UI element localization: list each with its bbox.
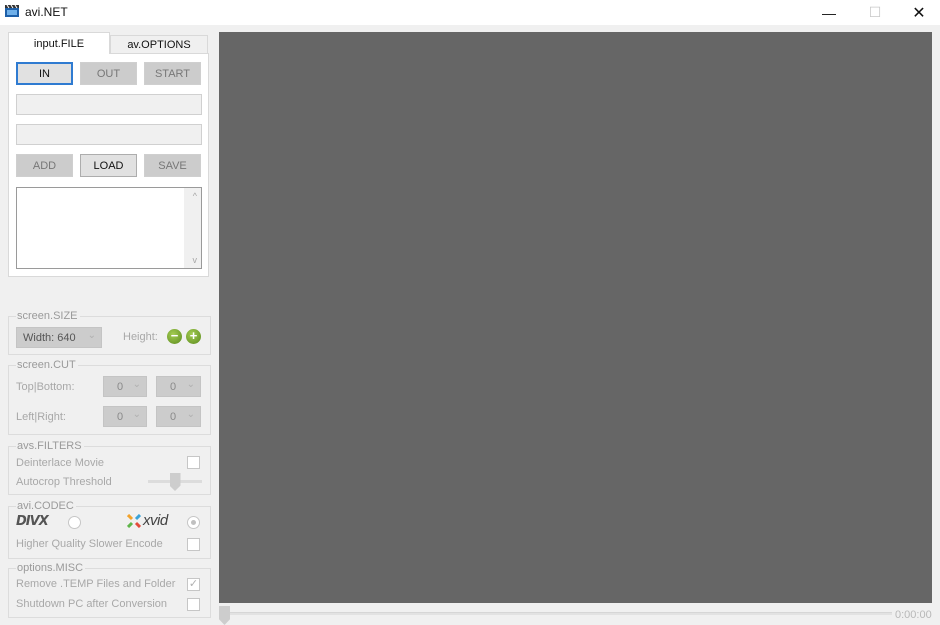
seek-bar[interactable] (220, 612, 892, 615)
options-misc-group: options.MISC (8, 562, 211, 618)
deinterlace-checkbox[interactable] (187, 456, 200, 469)
right-cut-select[interactable]: 0 ⌄ (156, 406, 201, 427)
shutdown-checkbox[interactable] (187, 598, 200, 611)
avi-codec-title: avi.CODEC (16, 500, 76, 512)
left-right-label: Left|Right: (16, 411, 66, 423)
scroll-up-icon[interactable]: ^ (193, 191, 197, 201)
in-button[interactable]: IN (16, 62, 73, 85)
close-icon: ✕ (912, 4, 926, 22)
add-button[interactable]: ADD (16, 154, 73, 177)
load-button[interactable]: LOAD (80, 154, 137, 177)
time-display: 0:00:00 (895, 609, 932, 621)
deinterlace-label: Deinterlace Movie (16, 457, 105, 469)
shutdown-label: Shutdown PC after Conversion (16, 598, 168, 610)
autocrop-label: Autocrop Threshold (16, 476, 112, 488)
height-label: Height: (123, 331, 158, 343)
avs-filters-title: avs.FILTERS (16, 440, 84, 452)
plus-icon: + (189, 328, 198, 343)
checkmark-icon: ✓ (188, 578, 199, 590)
seek-thumb[interactable] (219, 606, 230, 625)
video-preview (219, 32, 932, 603)
chevron-down-icon: ⌄ (132, 409, 141, 420)
width-select[interactable]: Width: 640 ⌄ (16, 327, 102, 348)
tab-av-options[interactable]: av.OPTIONS (110, 35, 208, 55)
width-value: Width: 640 (23, 331, 76, 344)
maximize-button[interactable]: ☐ (852, 0, 898, 25)
chevron-down-icon: ⌄ (132, 379, 141, 390)
left-cut-select[interactable]: 0 ⌄ (103, 406, 147, 427)
file-list[interactable]: ^ v (16, 187, 202, 269)
divx-radio[interactable] (68, 516, 81, 529)
right-cut-value: 0 (170, 410, 177, 423)
hq-label: Higher Quality Slower Encode (16, 538, 163, 550)
bottom-cut-select[interactable]: 0 ⌄ (156, 376, 201, 397)
top-cut-select[interactable]: 0 ⌄ (103, 376, 147, 397)
minimize-button[interactable]: — (806, 0, 852, 25)
chevron-down-icon: ⌄ (186, 409, 195, 420)
input-path-field[interactable] (16, 94, 202, 115)
height-increase-button[interactable]: + (186, 329, 201, 344)
tab-input-file[interactable]: input.FILE (8, 32, 110, 54)
left-cut-value: 0 (117, 410, 124, 423)
start-button[interactable]: START (144, 62, 201, 85)
minus-icon: − (170, 328, 179, 343)
chevron-down-icon: ⌄ (186, 379, 195, 390)
output-path-field[interactable] (16, 124, 202, 145)
chevron-down-icon: ⌄ (87, 330, 96, 341)
xvid-radio[interactable] (187, 516, 200, 529)
height-decrease-button[interactable]: − (167, 329, 182, 344)
screen-size-title: screen.SIZE (16, 310, 80, 322)
xvid-logo: xvid (127, 512, 168, 529)
file-list-scrollbar[interactable]: ^ v (184, 188, 201, 268)
options-misc-title: options.MISC (16, 562, 86, 574)
clapperboard-icon (5, 4, 19, 17)
save-button[interactable]: SAVE (144, 154, 201, 177)
minimize-icon: — (822, 4, 836, 21)
close-button[interactable]: ✕ (896, 0, 940, 25)
maximize-icon: ☐ (868, 4, 882, 20)
bottom-cut-value: 0 (170, 380, 177, 393)
window-title: avi.NET (25, 5, 68, 19)
hq-checkbox[interactable] (187, 538, 200, 551)
out-button[interactable]: OUT (80, 62, 137, 85)
remove-temp-label: Remove .TEMP Files and Folder (16, 578, 176, 590)
divx-logo: DIVX (16, 514, 49, 529)
remove-temp-checkbox[interactable]: ✓ (187, 578, 200, 591)
xvid-label: xvid (143, 512, 168, 529)
top-bottom-label: Top|Bottom: (16, 381, 75, 393)
screen-cut-title: screen.CUT (16, 359, 78, 371)
xvid-mark-icon (127, 513, 141, 528)
title-bar: avi.NET — ☐ ✕ (0, 0, 940, 25)
scroll-down-icon[interactable]: v (193, 255, 198, 265)
top-cut-value: 0 (117, 380, 124, 393)
